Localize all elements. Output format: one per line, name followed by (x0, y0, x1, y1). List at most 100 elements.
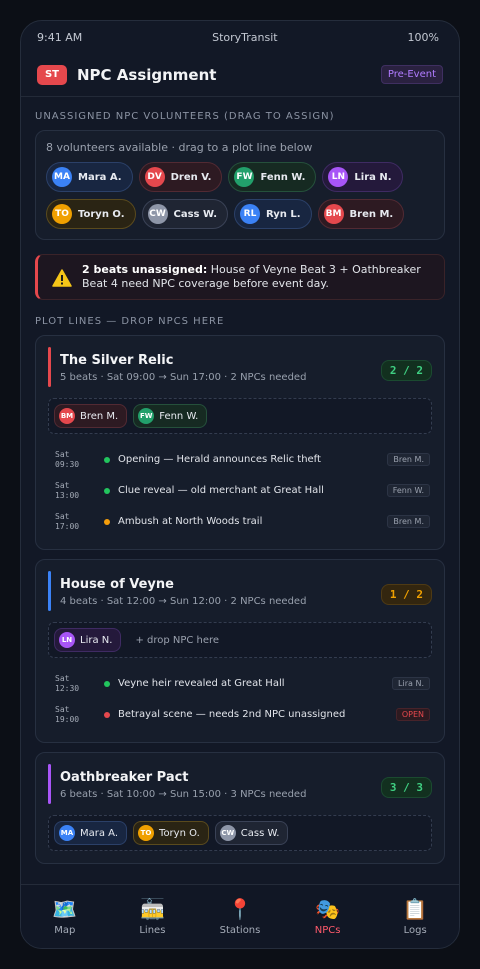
npc-name: Dren V. (170, 171, 212, 183)
plot-info: The Silver Relic 5 beats · Sat 09:00 → Su… (60, 347, 306, 383)
npc-name: Ryn L. (266, 208, 301, 220)
assigned-npc-tag: Lira N. (392, 677, 430, 690)
npc-chip[interactable]: MA Mara A. (54, 821, 128, 845)
avatar: BM (323, 204, 344, 224)
plot-header: House of Veyne 4 beats · Sat 12:00 → Sun … (48, 571, 432, 611)
beat-status-dot (104, 518, 110, 525)
assignment-count-badge: 3 / 3 (380, 777, 432, 798)
plots-section-title: PLOT LINES — DROP NPCS HERE (35, 316, 225, 327)
beat-row[interactable]: Sat 13:00 Clue reveal — old merchant at Gr… (48, 475, 432, 506)
nav-lines[interactable]: 🚋 Lines (117, 897, 187, 936)
beat-time: Sat 19:00 (48, 705, 96, 725)
page-title: NPC Assignment (77, 65, 217, 84)
npc-chip[interactable]: CW Cass W. (214, 821, 289, 845)
avatar: BM (59, 408, 75, 424)
assigned-npc-tag: Bren M. (387, 453, 430, 466)
npc-name: Lira N. (80, 634, 113, 646)
phase-badge: Pre-Event (380, 65, 443, 84)
nav-stations[interactable]: 📍 Stations (205, 897, 275, 936)
plot-header: Oathbreaker Pact 6 beats · Sat 10:00 → Su… (48, 764, 432, 804)
npc-name: Toryn O. (78, 208, 125, 220)
main-content: UNASSIGNED NPC VOLUNTEERS (DRAG TO ASSIG… (21, 111, 459, 864)
npc-name: Bren M. (349, 208, 394, 220)
nav-label: Logs (403, 925, 427, 936)
npc-name: Mara A. (80, 827, 119, 839)
bottom-nav: 🗺️ Map 🚋 Lines 📍 Stations 🎭 NPCs 📋 Logs (21, 884, 459, 948)
plot-meta: 4 beats · Sat 12:00 → Sun 12:00 · 2 NPCs… (60, 596, 307, 607)
npc-drop-zone[interactable]: LN Lira N. + drop NPC here (48, 622, 432, 658)
alert-strong: 2 beats unassigned: (82, 263, 208, 276)
drop-hint: + drop NPC here (135, 634, 220, 646)
pin-icon: 📍 (227, 897, 253, 921)
app-logo: ST (37, 64, 67, 85)
npc-chip[interactable]: FW Fenn W. (133, 404, 208, 428)
npc-chip[interactable]: BM Bren M. (54, 404, 128, 428)
npc-chip[interactable]: LN Lira N. (322, 162, 403, 192)
assignment-count-badge: 1 / 2 (380, 584, 432, 605)
npc-name: Fenn W. (260, 171, 306, 183)
npc-drop-zone[interactable]: MA Mara A. TO Toryn O. CW Cass W. (48, 815, 432, 851)
beat-description: Opening — Herald announces Relic theft (118, 454, 321, 465)
plot-title: House of Veyne (60, 577, 174, 592)
volunteer-chip-list: MA Mara A. DV Dren V. FW Fenn W. LN Lira N. TO To… (46, 162, 434, 229)
plot-color-bar (48, 571, 51, 611)
npc-chip[interactable]: TO Toryn O. (46, 199, 136, 229)
beat-status-dot (104, 487, 110, 494)
beat-status-dot (104, 456, 110, 463)
beat-row[interactable]: Sat 17:00 Ambush at North Woods trail Bren … (48, 506, 432, 537)
volunteer-pool[interactable]: 8 volunteers available · drag to a plot … (35, 130, 445, 240)
assigned-npc-tag: Bren M. (387, 515, 430, 528)
beat-description: Veyne heir revealed at Great Hall (118, 678, 285, 689)
beat-description: Betrayal scene — needs 2nd NPC unassigne… (118, 709, 346, 720)
npc-chip[interactable]: BM Bren M. (317, 199, 405, 229)
masks-icon: 🎭 (315, 897, 341, 921)
train-icon: 🚋 (139, 897, 165, 921)
nav-label: Lines (139, 925, 166, 936)
nav-map[interactable]: 🗺️ Map (30, 897, 100, 936)
npc-name: Cass W. (173, 208, 218, 220)
open-slot-tag: OPEN (395, 708, 430, 721)
npc-chip[interactable]: LN Lira N. (54, 628, 122, 652)
plot-title: The Silver Relic (60, 353, 174, 368)
plot-meta: 5 beats · Sat 09:00 → Sun 17:00 · 2 NPCs… (60, 372, 307, 383)
beat-day: Sat (55, 511, 70, 521)
npc-chip[interactable]: TO Toryn O. (133, 821, 209, 845)
plot-header: The Silver Relic 5 beats · Sat 09:00 → Su… (48, 347, 432, 387)
avatar: FW (138, 408, 155, 424)
npc-name: Toryn O. (159, 827, 200, 839)
avatar: TO (138, 825, 155, 841)
avatar: MA (52, 167, 72, 187)
avatar: CW (219, 825, 236, 841)
npc-name: Lira N. (354, 171, 392, 183)
nav-label: Stations (219, 925, 261, 936)
npc-chip[interactable]: RL Ryn L. (234, 199, 312, 229)
nav-label: Map (54, 925, 76, 936)
beat-row[interactable]: Sat 12:30 Veyne heir revealed at Great Hal… (48, 668, 432, 699)
beat-list: Sat 12:30 Veyne heir revealed at Great Hal… (48, 668, 432, 730)
avatar: RL (240, 204, 260, 224)
beat-list: Sat 09:30 Opening — Herald announces Relic… (48, 444, 432, 537)
assigned-npc-tag: Fenn W. (386, 484, 430, 497)
beat-row[interactable]: Sat 09:30 Opening — Herald announces Relic… (48, 444, 432, 475)
nav-logs[interactable]: 📋 Logs (380, 897, 450, 936)
npc-chip[interactable]: CW Cass W. (141, 199, 228, 229)
nav-npcs[interactable]: 🎭 NPCs (293, 897, 363, 936)
npc-drop-zone[interactable]: BM Bren M. FW Fenn W. (48, 398, 432, 434)
plot-title: Oathbreaker Pact (60, 770, 189, 785)
beat-status-dot (104, 711, 110, 718)
beat-time: Sat 12:30 (48, 674, 96, 694)
npc-chip[interactable]: DV Dren V. (138, 162, 223, 192)
plot-card: The Silver Relic 5 beats · Sat 09:00 → Su… (35, 335, 445, 550)
npc-name: Bren M. (80, 410, 119, 422)
map-icon: 🗺️ (52, 897, 78, 921)
npc-name: Mara A. (78, 171, 122, 183)
beat-clock: 19:00 (55, 714, 80, 724)
beat-time: Sat 17:00 (48, 512, 96, 532)
beat-row[interactable]: Sat 19:00 Betrayal scene — needs 2nd NPC u… (48, 699, 432, 730)
beat-description: Clue reveal — old merchant at Great Hall (118, 485, 324, 496)
plot-meta: 6 beats · Sat 10:00 → Sun 15:00 · 3 NPCs… (60, 789, 307, 800)
npc-chip[interactable]: MA Mara A. (46, 162, 133, 192)
beat-day: Sat (55, 480, 70, 490)
beat-time: Sat 09:30 (48, 450, 96, 470)
npc-chip[interactable]: FW Fenn W. (228, 162, 317, 192)
